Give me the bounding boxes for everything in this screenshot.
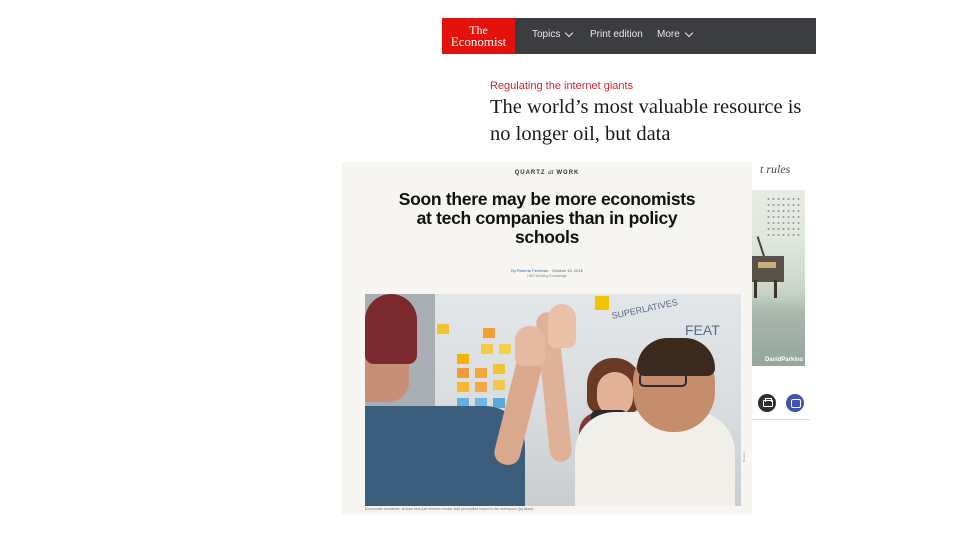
sticky-note	[493, 380, 505, 390]
article-illustration: DavidParkins	[748, 190, 805, 366]
partner-label: HBS Working Knowledge	[527, 274, 567, 278]
article-headline: The world’s most valuable resource is no…	[490, 96, 802, 145]
economist-logo[interactable]: The Economist	[442, 18, 515, 54]
sticky-note	[475, 368, 487, 378]
economist-navbar: The Economist Topics Print edition More	[442, 18, 816, 54]
image-credit: DavidParkins	[764, 357, 803, 363]
photo-credit: Reuters	[742, 451, 746, 462]
man-hair	[637, 338, 715, 376]
chevron-down-icon	[684, 28, 694, 38]
rig-leg	[774, 280, 777, 298]
publish-date: October 15, 2016	[551, 268, 583, 273]
high-five-hand	[548, 304, 576, 348]
quartz-screenshot: QUARTZ at WORK Soon there may be more ec…	[342, 162, 752, 514]
photo-caption: Economists worldwide: at least here just…	[365, 507, 534, 511]
woman-beanie	[365, 294, 417, 364]
sticky-note	[481, 344, 493, 354]
chevron-down-icon	[565, 28, 574, 38]
article-flytitle[interactable]: Regulating the internet giants	[490, 80, 633, 92]
divider	[748, 419, 810, 420]
birds-illustration	[766, 196, 802, 236]
comment-icon[interactable]	[786, 394, 804, 412]
sticky-note	[457, 368, 469, 378]
high-five-hand	[515, 326, 545, 366]
nav-more[interactable]: More	[657, 28, 694, 40]
sticky-note	[457, 382, 469, 392]
sticky-note	[457, 354, 469, 364]
author-link[interactable]: Roberto Ferdman	[517, 268, 548, 273]
article-photo: SUPERLATIVES FEAT	[365, 294, 741, 506]
sticky-note	[595, 296, 609, 310]
nav-more-label: More	[657, 29, 680, 40]
logo-line-2: Economist	[450, 34, 507, 49]
glasses	[639, 372, 687, 387]
sticky-note	[493, 364, 505, 374]
article-rubric: t rules	[760, 162, 791, 176]
sticky-note	[483, 328, 495, 338]
byline: By Roberto Ferdman · October 15, 2016	[511, 268, 583, 273]
nav-print-edition-label: Print edition	[590, 29, 643, 40]
rig-crane	[756, 236, 766, 258]
whiteboard-text: FEAT	[685, 322, 720, 338]
section-prefix: QUARTZ	[514, 170, 546, 176]
nav-topics[interactable]: Topics	[532, 28, 574, 40]
article-headline: Soon there may be more economists at tec…	[398, 189, 696, 247]
nav-topics-label: Topics	[532, 29, 561, 40]
print-icon[interactable]	[758, 394, 776, 412]
section-suffix: WORK	[556, 170, 580, 176]
rig-leg	[754, 280, 757, 298]
section-at: at	[548, 168, 554, 176]
byline-prefix: By	[511, 268, 516, 273]
section-label[interactable]: QUARTZ at WORK	[342, 168, 752, 176]
sticky-note	[499, 344, 511, 354]
whiteboard-text: SUPERLATIVES	[610, 297, 679, 321]
nav-print-edition[interactable]: Print edition	[590, 29, 643, 40]
sticky-note	[475, 382, 487, 392]
oil-rig	[750, 256, 784, 282]
sticky-note	[437, 324, 449, 334]
rig-sign	[758, 262, 776, 268]
